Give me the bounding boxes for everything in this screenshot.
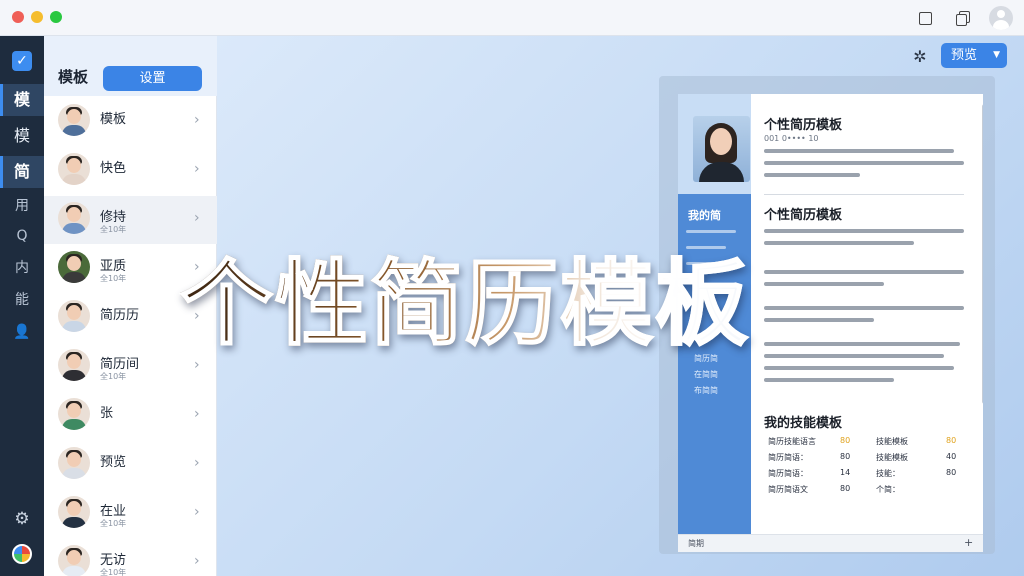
resume-side-label: 我的简 — [688, 209, 721, 222]
settings-button[interactable]: 设置 — [103, 66, 202, 91]
resume-divider — [764, 194, 964, 195]
resume-subtitle: 001 0•••• 10 — [764, 134, 819, 143]
chevron-right-icon: › — [194, 112, 200, 128]
window-square-icon[interactable] — [916, 9, 934, 27]
rail-item-search[interactable]: Q — [0, 220, 44, 252]
panel-header: 模板 设置 — [44, 36, 217, 96]
skill-level: 80 — [946, 468, 957, 477]
avatar — [58, 202, 90, 234]
skill-level: 80 — [946, 436, 957, 445]
skill-name: 简历简语： — [768, 453, 808, 462]
skill-name: 技能模板 — [876, 437, 908, 446]
resume-section-heading: 个性简历模板 — [764, 208, 843, 223]
list-item-name: 预览 — [100, 455, 127, 470]
chevron-right-icon: › — [194, 406, 200, 422]
resume-footer-label: 简期 — [688, 539, 704, 548]
resume-text-line — [764, 378, 894, 382]
chevron-right-icon: › — [194, 357, 200, 373]
list-item-sub: 全10年 — [100, 519, 127, 528]
resume-text-line — [764, 161, 964, 165]
resume-text-line — [764, 366, 954, 370]
list-item[interactable]: 张 › — [44, 392, 217, 440]
skill-name: 技能： — [876, 469, 900, 478]
rail-item-template-2[interactable]: 模 — [0, 120, 44, 152]
plus-icon[interactable]: + — [964, 536, 973, 549]
window-titlebar — [0, 0, 1024, 36]
resume-footer: 简期 + — [678, 534, 983, 552]
list-item-name: 在业 — [100, 504, 127, 519]
skill-name: 简历技能语言 — [768, 437, 816, 446]
bug-icon[interactable]: ✲ — [911, 48, 929, 66]
panel-title: 模板 — [58, 68, 89, 86]
gear-icon[interactable]: ⚙ — [13, 510, 31, 528]
list-item-name: 张 — [100, 406, 114, 421]
resume-scrollbar[interactable] — [982, 104, 983, 404]
skill-level: 80 — [840, 436, 851, 445]
list-item-name: 快色 — [100, 161, 127, 176]
skill-name: 简历简语文 — [768, 485, 808, 494]
avatar — [58, 349, 90, 381]
list-item-name: 无访 — [100, 553, 127, 568]
avatar — [58, 496, 90, 528]
avatar — [58, 251, 90, 283]
list-item-sub: 全10年 — [100, 568, 127, 576]
avatar — [58, 153, 90, 185]
chevron-right-icon: › — [194, 161, 200, 177]
resume-photo — [693, 116, 750, 182]
avatar — [58, 104, 90, 136]
skill-level: 14 — [840, 468, 851, 477]
skill-level: 80 — [840, 452, 851, 461]
chevron-right-icon: › — [194, 553, 200, 569]
list-item[interactable]: 快色 › — [44, 147, 217, 195]
hero-title: 个性简历模板 — [179, 228, 860, 359]
left-rail: ✓ 模 模 简 用 Q 内 能 👤 ⚙ — [0, 36, 44, 576]
minimize-window-button[interactable] — [31, 11, 43, 23]
list-item-name: 简历间 — [100, 357, 140, 372]
chevron-down-icon: ▼ — [993, 50, 1000, 60]
list-item-sub: 全10年 — [100, 274, 127, 283]
chevron-right-icon: › — [194, 210, 200, 226]
skill-name: 简历简语： — [768, 469, 808, 478]
skill-name: 技能模板 — [876, 453, 908, 462]
avatar — [58, 545, 90, 576]
list-item-sub: 全10年 — [100, 225, 127, 234]
list-item[interactable]: 在业 全10年 › — [44, 490, 217, 538]
chevron-right-icon: › — [194, 455, 200, 471]
avatar — [58, 447, 90, 479]
rail-item-content[interactable]: 内 — [0, 252, 44, 284]
person-icon[interactable]: 👤 — [0, 316, 44, 348]
list-item[interactable]: 无访 全10年 › — [44, 539, 217, 576]
list-item-name: 亚质 — [100, 259, 127, 274]
skill-level: 80 — [840, 484, 851, 493]
list-item[interactable]: 预览 › — [44, 441, 217, 489]
rail-item-template[interactable]: 模 — [0, 84, 44, 116]
rail-item-resume[interactable]: 简 — [0, 156, 44, 188]
chevron-right-icon: › — [194, 504, 200, 520]
preview-button[interactable]: 预览 ▼ — [941, 43, 1007, 68]
preview-button-label: 预览 — [951, 48, 978, 63]
avatar — [58, 398, 90, 430]
resume-title: 个性简历模板 — [764, 118, 843, 133]
resume-section-heading: 我的技能模板 — [764, 416, 843, 431]
color-wheel-icon[interactable] — [12, 544, 32, 564]
resume-side-item: 布简简 — [694, 386, 718, 395]
resume-side-item: 在简简 — [694, 370, 718, 379]
avatar — [58, 300, 90, 332]
user-avatar-icon[interactable] — [989, 6, 1013, 30]
skill-name: 个简： — [876, 485, 900, 494]
list-item[interactable]: 模板 › — [44, 98, 217, 146]
resume-text-line — [764, 173, 860, 177]
list-item-name: 模板 — [100, 112, 127, 127]
copy-icon[interactable] — [954, 9, 972, 27]
rail-item-use[interactable]: 用 — [0, 190, 44, 222]
list-item-sub: 全10年 — [100, 372, 127, 381]
close-window-button[interactable] — [12, 11, 24, 23]
maximize-window-button[interactable] — [50, 11, 62, 23]
skill-level: 40 — [946, 452, 957, 461]
resume-text-line — [764, 149, 954, 153]
check-square-icon[interactable]: ✓ — [12, 51, 32, 71]
rail-item-skills[interactable]: 能 — [0, 284, 44, 316]
list-item-name: 简历历 — [100, 308, 140, 323]
list-item-name: 修持 — [100, 210, 127, 225]
